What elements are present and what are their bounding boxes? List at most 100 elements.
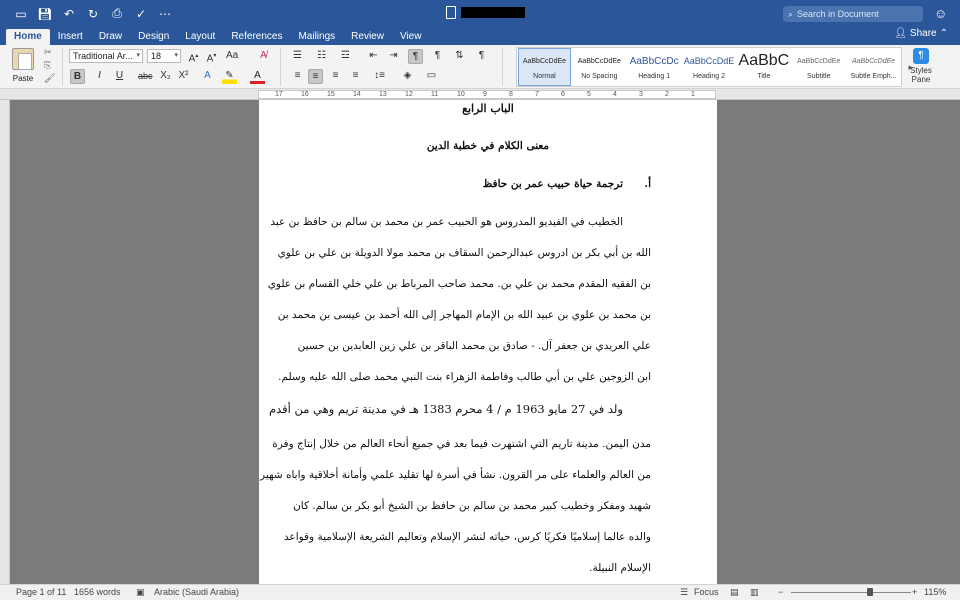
ruler-tick: 6 bbox=[561, 91, 565, 98]
justify-icon[interactable]: ≡ bbox=[348, 69, 363, 84]
document-page[interactable]: الباب الرابع معنى الكلام في خطبة الدين أ… bbox=[259, 100, 717, 584]
web-layout-icon[interactable]: ▥ bbox=[750, 587, 759, 598]
page-count[interactable]: Page 1 of 11 bbox=[16, 587, 66, 597]
style-heading-1[interactable]: AaBbCcDc Heading 1 bbox=[628, 48, 681, 86]
tab-view[interactable]: View bbox=[392, 29, 430, 45]
font-name-select[interactable]: Traditional Ar... ▾ bbox=[69, 49, 143, 63]
align-left-icon[interactable]: ≡ bbox=[290, 69, 305, 84]
customize-icon[interactable]: ⋯ bbox=[156, 5, 174, 23]
ribbon-tabs: Home Insert Draw Design Layout Reference… bbox=[0, 27, 960, 45]
proofing-icon[interactable]: ▣ bbox=[136, 587, 145, 598]
highlight-icon[interactable]: ✎ bbox=[222, 69, 237, 84]
tab-home[interactable]: Home bbox=[6, 29, 50, 45]
document-canvas[interactable]: الباب الرابع معنى الكلام في خطبة الدين أ… bbox=[10, 100, 960, 584]
change-case-button[interactable]: Aa bbox=[224, 49, 240, 64]
styles-pane-button[interactable]: ¶ Styles Pane bbox=[906, 48, 936, 84]
numbering-icon[interactable]: ☷ bbox=[314, 49, 329, 64]
tab-review[interactable]: Review bbox=[343, 29, 392, 45]
shading-icon[interactable]: ◈ bbox=[400, 69, 415, 84]
font-color-icon[interactable]: A bbox=[250, 69, 265, 84]
language-indicator[interactable]: Arabic (Saudi Arabia) bbox=[154, 587, 239, 597]
tab-mailings[interactable]: Mailings bbox=[290, 29, 343, 45]
tab-design[interactable]: Design bbox=[130, 29, 177, 45]
save-icon[interactable]: 💾︎ bbox=[36, 5, 54, 23]
quick-access-toolbar: ▭ 💾︎ ↶ ↻ ⎙ ✓ ⋯ bbox=[0, 5, 174, 23]
ruler-tick: 7 bbox=[535, 91, 539, 98]
style-no-spacing[interactable]: AaBbCcDdEe No Spacing bbox=[573, 48, 626, 86]
shrink-font-button[interactable]: A▾ bbox=[204, 49, 219, 64]
paragraph2-line: شهيد ومفكر وخطيب كبير محمد بن سالم بن حا… bbox=[293, 500, 651, 512]
style-name: Heading 1 bbox=[638, 73, 671, 80]
sidebar-icon[interactable]: ▭ bbox=[12, 5, 30, 23]
paste-button[interactable]: Paste bbox=[6, 48, 40, 83]
redo-icon[interactable]: ↻ bbox=[84, 5, 102, 23]
superscript-button[interactable]: X² bbox=[176, 69, 191, 84]
zoom-slider-handle[interactable] bbox=[867, 588, 873, 596]
zoom-out-icon[interactable]: − bbox=[778, 587, 783, 597]
clear-formatting-icon[interactable]: A̸ bbox=[256, 49, 271, 64]
ruler-tick: 2 bbox=[665, 91, 669, 98]
style-subtitle[interactable]: AaBbCcDdEe Subtitle bbox=[792, 48, 845, 86]
focus-label[interactable]: Focus bbox=[694, 587, 719, 597]
print-layout-icon[interactable]: ▤ bbox=[730, 587, 739, 598]
multilevel-list-icon[interactable]: ☲ bbox=[338, 49, 353, 64]
paste-label: Paste bbox=[12, 74, 34, 83]
line-spacing-icon[interactable]: ↕≡ bbox=[372, 69, 387, 84]
ltr-direction-icon[interactable]: ¶ bbox=[408, 49, 423, 64]
section-title: معنى الكلام في خطبة الدين bbox=[426, 140, 550, 152]
style-heading-2[interactable]: AaBbCcDdE Heading 2 bbox=[683, 48, 736, 86]
zoom-in-icon[interactable]: + bbox=[912, 587, 917, 597]
strikethrough-button[interactable]: abc bbox=[136, 69, 155, 84]
style-preview: AaBbCcDdEe bbox=[577, 57, 621, 65]
subscript-button[interactable]: X₂ bbox=[158, 69, 173, 84]
align-right-icon[interactable]: ≡ bbox=[328, 69, 343, 84]
paragraph2-line: والده عالما إسلاميًا فكريًا كرس، حياته ل… bbox=[283, 531, 651, 543]
redacted-filename bbox=[461, 7, 525, 18]
print-icon[interactable]: ⎙ bbox=[108, 5, 126, 23]
ruler-tick: 5 bbox=[587, 91, 591, 98]
zoom-level[interactable]: 115% bbox=[924, 587, 946, 597]
cut-icon[interactable]: ✂ bbox=[44, 47, 55, 58]
style-title[interactable]: AaBbC Title bbox=[737, 48, 790, 86]
paragraph2-line: من العالم والعلماء على مر القرون. نشأ في… bbox=[260, 469, 651, 481]
share-button[interactable]: 👤︎ Share ⌃ bbox=[894, 28, 948, 39]
grow-font-button[interactable]: A▴ bbox=[186, 49, 201, 64]
horizontal-ruler[interactable]: 17 16 15 14 13 12 11 10 9 8 7 6 5 4 3 2 … bbox=[258, 90, 716, 99]
focus-icon[interactable]: ☰ bbox=[680, 587, 688, 598]
increase-indent-icon[interactable]: ⇥ bbox=[386, 49, 401, 64]
show-marks-icon[interactable]: ¶ bbox=[474, 49, 489, 64]
paragraph1-line: علي العريدي بن جعفر آل. - صادق بن محمد ا… bbox=[297, 340, 651, 352]
paragraph2-line: الإسلام النبيلة. bbox=[589, 562, 651, 574]
bold-button[interactable]: B bbox=[70, 69, 85, 84]
format-painter-icon[interactable]: 🖌︎ bbox=[44, 73, 55, 84]
tab-insert[interactable]: Insert bbox=[50, 29, 91, 45]
rtl-direction-icon[interactable]: ¶ bbox=[430, 49, 445, 64]
borders-icon[interactable]: ▭ bbox=[424, 69, 439, 84]
add-person-icon: 👤︎ bbox=[894, 28, 907, 39]
sort-icon[interactable]: ⇅ bbox=[452, 49, 467, 64]
tab-draw[interactable]: Draw bbox=[91, 29, 130, 45]
underline-button[interactable]: U bbox=[112, 69, 127, 84]
zoom-slider[interactable] bbox=[791, 592, 911, 593]
feedback-smiley-icon[interactable]: ☺ bbox=[934, 6, 947, 21]
font-size-select[interactable]: 18 ▾ bbox=[147, 49, 181, 63]
tab-layout[interactable]: Layout bbox=[177, 29, 223, 45]
style-preview: AaBbC bbox=[738, 52, 790, 69]
share-label: Share bbox=[909, 28, 937, 39]
word-count[interactable]: 1656 words bbox=[74, 587, 121, 597]
style-normal[interactable]: AaBbCcDdEe Normal bbox=[518, 48, 571, 86]
decrease-indent-icon[interactable]: ⇤ bbox=[366, 49, 381, 64]
italic-button[interactable]: I bbox=[92, 69, 107, 84]
style-subtle-emphasis[interactable]: AaBbCcDdEe Subtle Emph... bbox=[847, 48, 900, 86]
ruler-tick: 4 bbox=[613, 91, 617, 98]
search-input[interactable] bbox=[797, 9, 908, 19]
tab-references[interactable]: References bbox=[223, 29, 290, 45]
text-effects-icon[interactable]: A bbox=[200, 69, 215, 84]
align-center-icon[interactable]: ≡ bbox=[308, 69, 323, 84]
bullets-icon[interactable]: ☰ bbox=[290, 49, 305, 64]
search-box[interactable]: ⌕ bbox=[783, 6, 923, 22]
undo-icon[interactable]: ↶ bbox=[60, 5, 78, 23]
vertical-ruler[interactable] bbox=[0, 100, 10, 584]
copy-icon[interactable]: ⎘ bbox=[44, 60, 55, 71]
spelling-icon[interactable]: ✓ bbox=[132, 5, 150, 23]
